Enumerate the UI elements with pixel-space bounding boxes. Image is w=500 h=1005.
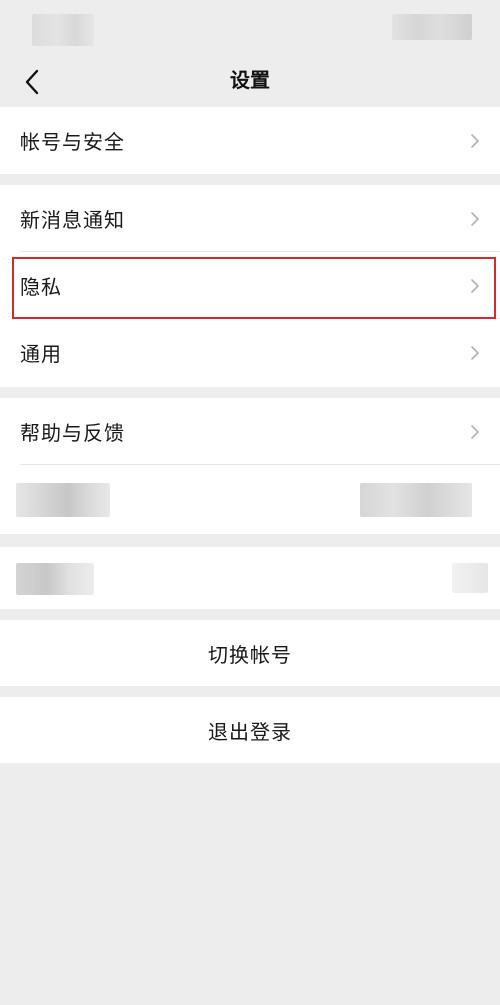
navigation-bar: 设置 xyxy=(0,58,500,107)
redacted-label xyxy=(16,483,110,517)
chevron-right-icon xyxy=(471,345,479,360)
settings-item-general[interactable]: 通用 xyxy=(0,319,500,386)
settings-group-redacted xyxy=(0,547,500,609)
redacted-value xyxy=(360,483,472,517)
settings-item-privacy[interactable]: 隐私 xyxy=(0,252,500,319)
redacted-status-right xyxy=(392,14,472,40)
status-bar xyxy=(0,0,500,58)
chevron-right-icon xyxy=(471,211,479,226)
settings-group-general: 新消息通知 隐私 通用 xyxy=(0,185,500,387)
switch-account-button[interactable]: 切换帐号 xyxy=(0,620,500,686)
logout-label: 退出登录 xyxy=(208,719,292,744)
settings-group-help: 帮助与反馈 xyxy=(0,398,500,534)
logout-button[interactable]: 退出登录 xyxy=(0,697,500,763)
settings-item-help-feedback[interactable]: 帮助与反馈 xyxy=(0,398,500,465)
settings-item-label: 通用 xyxy=(20,342,62,366)
redacted-value xyxy=(452,563,488,593)
switch-account-group: 切换帐号 xyxy=(0,620,500,686)
logout-group: 退出登录 xyxy=(0,697,500,763)
switch-account-label: 切换帐号 xyxy=(208,642,292,667)
settings-item-redacted[interactable] xyxy=(0,465,500,534)
chevron-right-icon xyxy=(471,133,479,148)
page-title: 设置 xyxy=(230,68,270,92)
settings-item-label: 帮助与反馈 xyxy=(20,421,125,445)
settings-item-label: 新消息通知 xyxy=(20,208,125,232)
settings-item-new-message-notification[interactable]: 新消息通知 xyxy=(0,185,500,252)
settings-item-label: 隐私 xyxy=(20,275,62,299)
settings-item-redacted-2[interactable] xyxy=(0,547,500,609)
redacted-label xyxy=(16,563,94,595)
chevron-right-icon xyxy=(471,424,479,439)
settings-item-label: 帐号与安全 xyxy=(20,130,125,154)
chevron-right-icon xyxy=(471,278,479,293)
settings-group-account: 帐号与安全 xyxy=(0,107,500,174)
redacted-status-left xyxy=(32,14,94,46)
settings-item-account-security[interactable]: 帐号与安全 xyxy=(0,107,500,174)
